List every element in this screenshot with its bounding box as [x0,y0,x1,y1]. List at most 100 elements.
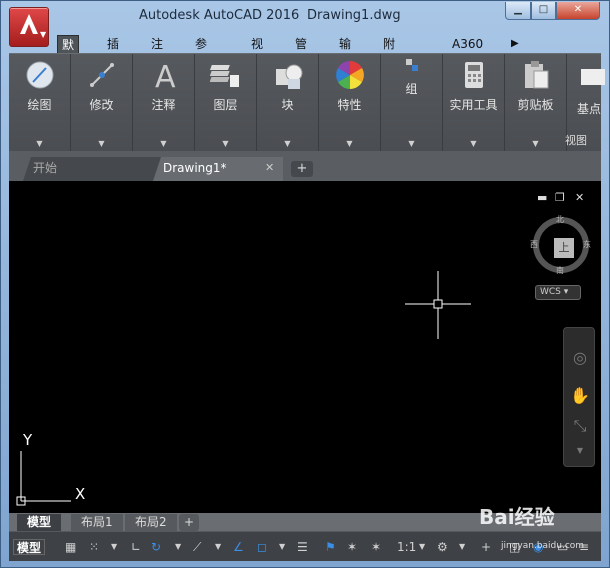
close-icon[interactable]: ✕ [265,157,274,179]
tab-parametric[interactable]: 参数化 [195,35,207,87]
svg-text:A: A [155,60,176,91]
panel-annotation[interactable]: A 注释 ▼ [133,54,195,152]
chevron-down-icon[interactable]: ▼ [175,539,181,555]
annotation-visibility-icon[interactable]: ✶ [347,539,357,555]
chevron-down-icon: ▼ [470,139,477,148]
panel-label: 基点 [577,102,602,116]
chevron-down-icon: ▼ [532,139,539,148]
ortho-icon[interactable]: ∟ [131,539,141,555]
new-tab-button[interactable]: + [291,161,313,177]
tab-addins[interactable]: 附加模块 [383,35,395,105]
tab-annotate[interactable]: 注释 [151,35,163,69]
steering-wheel-icon[interactable]: ◎ [569,348,591,370]
ribbon: 绘图 ▼ 修改 ▼ A 注释 ▼ 图层 ▼ 块 ▼ 特性 ▼ 组 ▼ 实用工具 … [9,53,605,152]
object-snap-icon[interactable]: ◻ [257,539,267,555]
panel-label: 块 [281,98,294,112]
tab-model[interactable]: 模型 [17,514,62,531]
tab-manage[interactable]: 管理 [295,35,307,69]
pan-icon[interactable]: ✋ [569,386,591,408]
tab-layout1[interactable]: 布局1 [71,514,123,531]
grid-icon[interactable]: ▦ [65,539,76,555]
panel-label: 绘图 [27,98,52,112]
tab-more[interactable]: ▶ ▾ [511,35,519,67]
panel-group[interactable]: 组 ▼ [381,54,443,152]
close-button[interactable]: ✕ [556,2,600,20]
tab-a360[interactable]: A360 [452,35,483,53]
lineweight-icon[interactable]: ☰ [297,539,308,555]
wcs-menu[interactable]: WCS ▾ [535,285,581,300]
viewport-minimize-button[interactable]: ▬ [537,191,547,204]
tab-start[interactable]: 开始 [23,157,161,181]
panel-layers[interactable]: 图层 ▼ [195,54,257,152]
chevron-down-icon[interactable]: ▼ [279,539,285,555]
tab-drawing1[interactable]: Drawing1* ✕ [153,157,283,181]
panel-utilities[interactable]: 实用工具 ▼ [443,54,505,152]
compass-south[interactable]: 南 [556,265,564,276]
viewcube-top-face[interactable]: 上 [554,238,574,258]
model-space-button[interactable]: 模型 [13,539,46,555]
annotation-scale-icon[interactable]: ⚑ [325,539,336,555]
scale-value[interactable]: 1:1 [397,539,416,555]
panel-properties[interactable]: 特性 ▼ [319,54,381,152]
panel-clipboard[interactable]: 剪贴板 ▼ [505,54,567,152]
application-menu-button[interactable]: ▼ [9,7,49,47]
chevron-down-icon[interactable]: ▼ [111,539,117,555]
tab-layout2[interactable]: 布局2 [125,514,177,531]
panel-label: 组 [405,82,418,96]
calculator-icon [464,62,483,88]
app-title: Autodesk AutoCAD 2016 [139,8,300,23]
object-snap-tracking-icon[interactable]: ∠ [233,539,244,555]
clipboard-icon [524,61,548,89]
viewport-restore-button[interactable]: ❐ [555,191,565,204]
panel-view[interactable]: 基点 视图 [565,54,605,152]
group-icon [405,59,418,71]
chevron-down-icon: ▼ [408,139,415,148]
panel-modify[interactable]: 修改 ▼ [71,54,133,152]
basepoint-icon [581,69,605,85]
panel-label: 实用工具 [449,98,498,112]
chevron-down-icon[interactable]: ▼ [459,539,465,555]
snap-icon[interactable]: ⁙ [89,539,99,555]
view-panel-label[interactable]: 视图 [565,132,599,148]
gear-icon[interactable]: ⚙ [437,539,448,555]
compass-north[interactable]: 北 [556,214,564,225]
chevron-down-icon: ▼ [160,139,167,148]
tab-label: Drawing1* [163,161,227,175]
polar-icon[interactable]: ↻ [151,539,161,555]
panel-draw[interactable]: 绘图 ▼ [9,54,71,152]
layers-icon [209,65,239,87]
chevron-down-icon[interactable]: ▼ [569,446,591,468]
compass-east[interactable]: 东 [583,239,591,250]
auto-scale-icon[interactable]: ✶ [371,539,381,555]
title-bar: ▼ Autodesk AutoCAD 2016 Drawing1.dwg ▁ □… [1,1,610,47]
ucs-y-label: Y [23,431,33,449]
chevron-down-icon: ▼ [222,139,229,148]
new-layout-button[interactable]: + [179,514,200,531]
chevron-down-icon: ▼ [98,139,105,148]
chevron-down-icon: ▼ [284,139,291,148]
block-icon [275,64,302,89]
tab-output[interactable]: 输出 [339,35,351,69]
baidu-watermark-url: jingyan.baidu.com [501,541,585,551]
viewport-close-button[interactable]: ✕ [575,191,584,204]
panel-label: 图层 [213,98,238,112]
drawing-canvas[interactable]: ▬ ❐ ✕ 上 北 南 西 东 WCS ▾ ◎ ✋ ⤡ ▼ Y X [9,181,601,513]
annotation-icon: A [155,60,176,91]
autocad-logo-icon [20,14,38,34]
panel-block[interactable]: 块 ▼ [257,54,319,152]
tab-insert[interactable]: 插入 [107,35,119,69]
zoom-icon[interactable]: ⤡ [569,416,591,438]
minimize-button[interactable]: ▁ [505,2,531,20]
chevron-down-icon[interactable]: ▼ [419,539,425,555]
panel-label: 特性 [337,98,362,112]
chevron-down-icon[interactable]: ▼ [215,539,221,555]
isodraft-icon[interactable]: ⟋ [193,539,201,555]
tab-view[interactable]: 视图 [251,35,263,69]
tab-label: 开始 [33,161,58,175]
tab-default[interactable]: 默认 [57,35,80,70]
compass-west[interactable]: 西 [530,239,538,250]
maximize-button[interactable]: □ [531,2,556,20]
ucs-x-label: X [75,485,86,503]
panel-label: 注释 [151,98,176,112]
plus-icon[interactable]: + [481,539,491,555]
